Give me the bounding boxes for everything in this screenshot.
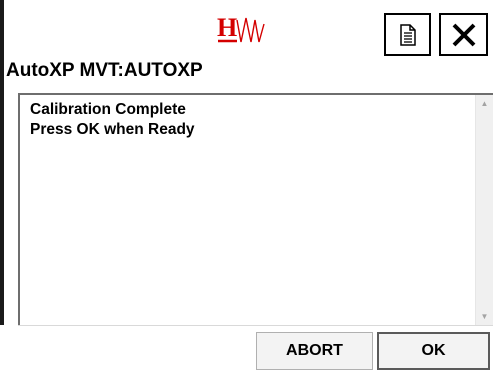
button-bar: ABORT OK [0,325,493,373]
ok-button[interactable]: OK [377,332,490,370]
divider [18,325,493,326]
close-icon [452,23,475,46]
message-panel: Calibration Complete Press OK when Ready… [18,93,493,325]
scroll-down-arrow-icon[interactable]: ▼ [476,308,493,325]
dialog-window: H AutoXP MVT:AUTOXP Calibration Complete… [0,0,493,373]
document-icon [399,23,416,46]
close-button[interactable] [439,13,488,56]
abort-button[interactable]: ABORT [256,332,373,370]
message-text: Calibration Complete Press OK when Ready [30,100,195,140]
message-line: Calibration Complete [30,101,186,118]
message-line: Press OK when Ready [30,121,195,138]
scroll-up-arrow-icon[interactable]: ▲ [476,95,493,112]
window-edge [0,0,4,373]
hw-logo-icon: H [217,13,265,43]
vertical-scrollbar[interactable]: ▲ ▼ [475,95,493,325]
svg-text:H: H [217,13,237,42]
notes-button[interactable] [384,13,431,56]
window-title: AutoXP MVT:AUTOXP [6,60,203,81]
